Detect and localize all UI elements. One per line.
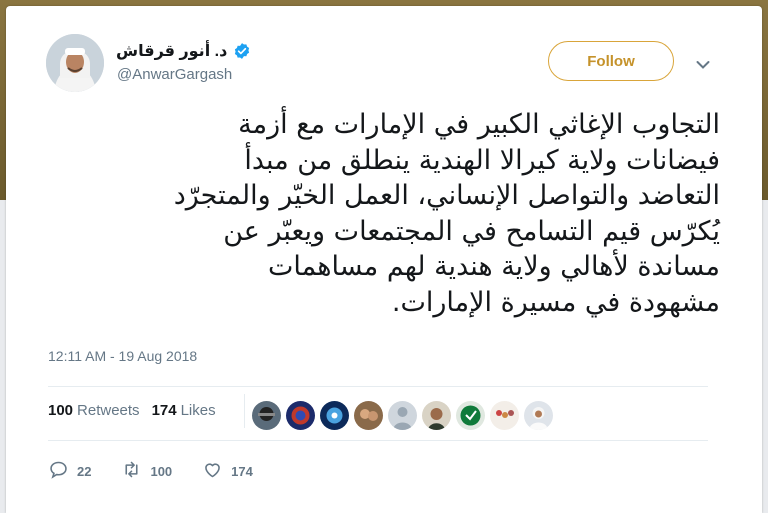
action-bar: 22 100 174 xyxy=(48,459,283,483)
likes-label: Likes xyxy=(180,402,216,419)
heart-icon xyxy=(202,459,223,483)
verified-badge-icon xyxy=(233,42,251,60)
tweet-timestamp[interactable]: 12:11 AM - 19 Aug 2018 xyxy=(48,348,197,364)
avatar[interactable] xyxy=(46,34,104,92)
engagement-stats: 100 Retweets 174 Likes xyxy=(48,402,216,419)
chevron-down-icon[interactable] xyxy=(696,57,710,69)
reply-button[interactable]: 22 xyxy=(48,459,91,483)
liker-avatar[interactable] xyxy=(354,401,383,430)
tweet-text: التجاوب الإغاثي الكبير في الإمارات مع أز… xyxy=(173,109,720,318)
liker-avatar[interactable] xyxy=(252,401,281,430)
like-button[interactable]: 174 xyxy=(202,459,253,483)
liker-avatar[interactable] xyxy=(456,401,485,430)
liker-avatar[interactable] xyxy=(388,401,417,430)
retweets-count: 100 xyxy=(48,402,74,419)
liker-avatar[interactable] xyxy=(524,401,553,430)
likes-count: 174 xyxy=(151,402,177,419)
liker-avatar[interactable] xyxy=(422,401,451,430)
name-row: د. أنور قرقاش xyxy=(116,40,251,62)
retweet-count: 100 xyxy=(150,463,173,479)
retweets-label: Retweets xyxy=(77,402,140,419)
divider xyxy=(48,440,708,441)
likes-stat[interactable]: 174 Likes xyxy=(152,402,216,419)
liker-avatars xyxy=(252,401,553,431)
follow-button[interactable]: Follow xyxy=(548,41,674,81)
display-name[interactable]: د. أنور قرقاش xyxy=(116,41,227,61)
retweet-icon xyxy=(121,459,142,483)
user-handle[interactable]: @AnwarGargash xyxy=(117,66,232,83)
retweet-button[interactable]: 100 xyxy=(121,459,172,483)
reply-icon xyxy=(48,459,69,483)
stats-separator xyxy=(244,394,245,428)
liker-avatar[interactable] xyxy=(320,401,349,430)
reply-count: 22 xyxy=(77,463,92,479)
liker-avatar[interactable] xyxy=(286,401,315,430)
liker-avatar[interactable] xyxy=(490,401,519,430)
divider xyxy=(48,386,708,387)
retweets-stat[interactable]: 100 Retweets xyxy=(48,402,140,419)
like-count: 174 xyxy=(231,463,253,479)
